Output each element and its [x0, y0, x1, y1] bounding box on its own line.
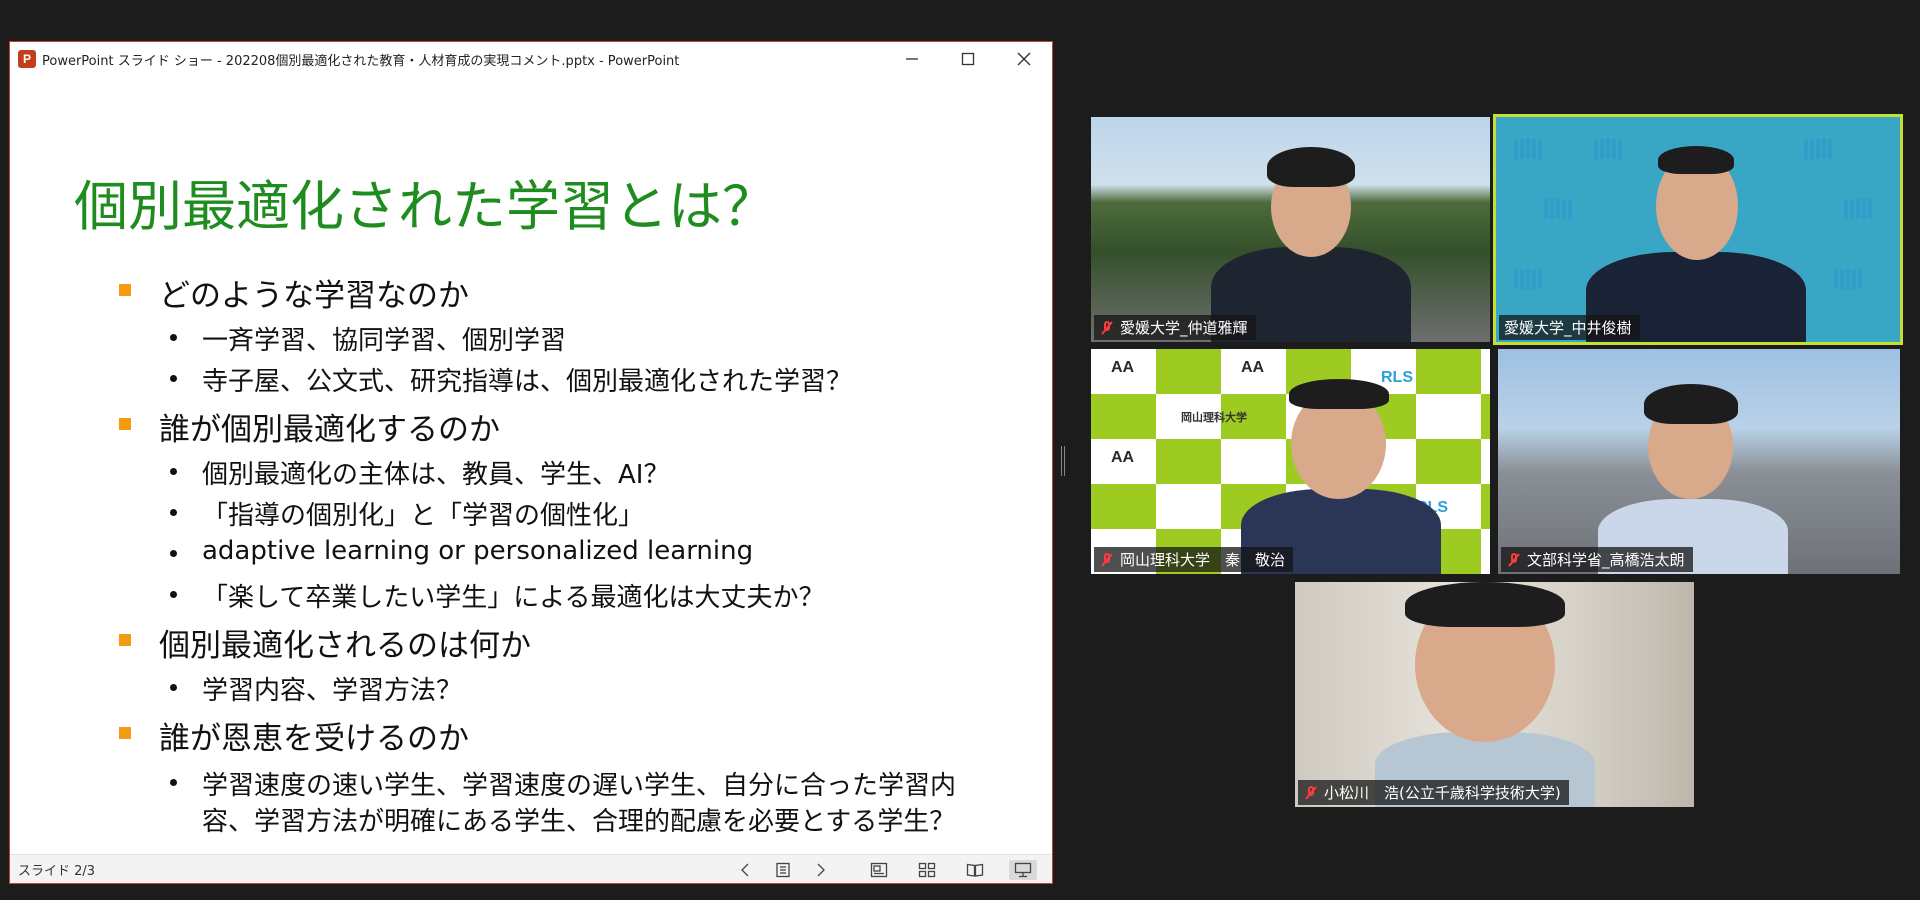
slide-counter: スライド 2/3: [18, 863, 96, 879]
bullet-square-icon: [119, 634, 131, 646]
normal-view-button[interactable]: [865, 860, 893, 880]
minimize-button[interactable]: [884, 42, 940, 76]
video-tile[interactable]: 小松川 浩(公立千歳科学技術大学): [1295, 582, 1694, 807]
bullet-square-icon: [119, 418, 131, 430]
bullet-text: 「楽して卒業したい学生」による最適化は大丈夫か？: [202, 583, 825, 613]
backdrop-logo-text: AA: [1111, 449, 1135, 466]
backdrop-logo-text: 岡山理科大学: [1181, 412, 1247, 424]
mic-off-icon: [1099, 320, 1115, 336]
video-tile[interactable]: 文部科学省_高橋浩太朗: [1498, 349, 1900, 574]
sub-bullet-continuation: 容、学習方法が明確にある学生、合理的配慮を必要とする学生？: [202, 801, 955, 838]
bullet-square-icon: [119, 284, 131, 296]
bullet-text: どのような学習なのか: [159, 278, 469, 314]
slideshow-view-button[interactable]: [1009, 860, 1037, 880]
bullet-text: 学習内容、学習方法？: [202, 676, 463, 706]
previous-slide-button[interactable]: [731, 860, 759, 880]
bullet-text: 個別最適化の主体は、教員、学生、AI？: [202, 460, 670, 490]
bullet-text: 寺子屋、公文式、研究指導は、個別最適化された学習？: [202, 367, 853, 397]
participant-name-label: 愛媛大学_仲道雅輝: [1094, 315, 1256, 340]
participant-video: [1241, 369, 1441, 574]
bullet-item: 個別最適化されるのは何か: [119, 620, 531, 665]
sub-bullet-item: 個別最適化の主体は、教員、学生、AI？: [170, 454, 670, 491]
backdrop-logo-text: AA: [1241, 359, 1265, 376]
bullet-item: どのような学習なのか: [119, 270, 469, 315]
bullet-dot-icon: [170, 509, 177, 516]
maximize-icon: [961, 52, 975, 66]
next-slide-button[interactable]: [807, 860, 835, 880]
mic-off-icon: [1506, 552, 1522, 568]
normal-view-icon: [870, 862, 888, 878]
participant-name: 岡山理科大学 秦 敬治: [1120, 551, 1286, 569]
previous-slide-icon: [741, 863, 749, 877]
close-icon: [1017, 52, 1031, 66]
next-slide-icon: [817, 863, 825, 877]
panel-splitter-handle[interactable]: [1061, 446, 1065, 476]
reading-view-button[interactable]: [961, 860, 989, 880]
title-bar[interactable]: P PowerPoint スライド ショー - 202208個別最適化された教育…: [10, 42, 1052, 76]
close-button[interactable]: [996, 42, 1052, 76]
participant-name: 小松川 浩(公立千歳科学技術大学): [1324, 784, 1561, 802]
participant-video: [1598, 379, 1788, 574]
bullet-text: 「指導の個別化」と「学習の個性化」: [202, 501, 645, 531]
bullet-dot-icon: [170, 334, 177, 341]
maximize-button[interactable]: [940, 42, 996, 76]
participant-name: 文部科学省_高橋浩太朗: [1527, 551, 1685, 569]
minimize-icon: [906, 58, 918, 60]
bullet-item: 誰が恩恵を受けるのか: [119, 713, 469, 758]
sub-bullet-item: 「指導の個別化」と「学習の個性化」: [170, 495, 645, 532]
bullet-text: 容、学習方法が明確にある学生、合理的配慮を必要とする学生？: [202, 807, 956, 837]
sub-bullet-item: 一斉学習、協同学習、個別学習: [170, 320, 567, 357]
bullet-dot-icon: [170, 550, 177, 557]
bullet-square-icon: [119, 727, 131, 739]
bullet-text: 学習速度の速い学生、学習速度の遅い学生、自分に合った学習内: [202, 771, 957, 801]
bullet-item: 誰が個別最適化するのか: [119, 404, 500, 449]
participant-name-label: 文部科学省_高橋浩太朗: [1501, 547, 1693, 572]
video-tile[interactable]: AA AA AA RLS RLS 岡山理科大学 岡山理科大学 秦 敬治: [1091, 349, 1490, 574]
window-title: PowerPoint スライド ショー - 202208個別最適化された教育・人…: [42, 53, 680, 69]
slide-canvas[interactable]: 個別最適化された学習とは？ どのような学習なのか 一斉学習、協同学習、個別学習 …: [10, 76, 1052, 856]
sub-bullet-item: adaptive learning or personalized learni…: [170, 536, 754, 566]
bullet-dot-icon: [170, 375, 177, 382]
video-tile-active-speaker[interactable]: 愛媛大学_中井俊樹: [1493, 114, 1903, 345]
bullet-text: 個別最適化されるのは何か: [159, 628, 531, 664]
bullet-text: 一斉学習、協同学習、個別学習: [202, 326, 567, 356]
bullet-text: 誰が恩恵を受けるのか: [159, 721, 469, 757]
video-tile[interactable]: 愛媛大学_仲道雅輝: [1091, 117, 1490, 342]
participant-video: [1586, 142, 1806, 342]
participant-video: [1211, 137, 1411, 342]
sub-bullet-item: 学習速度の速い学生、学習速度の遅い学生、自分に合った学習内: [170, 765, 957, 802]
powerpoint-window: P PowerPoint スライド ショー - 202208個別最適化された教育…: [9, 41, 1053, 884]
bullet-dot-icon: [170, 779, 177, 786]
slide-sorter-button[interactable]: [913, 860, 941, 880]
sub-bullet-item: 学習内容、学習方法？: [170, 670, 463, 707]
slide-menu-icon: [776, 862, 790, 878]
bullet-dot-icon: [170, 591, 177, 598]
reading-view-icon: [966, 863, 984, 877]
bullet-text: adaptive learning or personalized learni…: [202, 536, 754, 566]
participant-name-label: 愛媛大学_中井俊樹: [1499, 315, 1640, 340]
sub-bullet-item: 寺子屋、公文式、研究指導は、個別最適化された学習？: [170, 361, 853, 398]
powerpoint-app-icon: P: [18, 50, 36, 68]
participant-name: 愛媛大学_中井俊樹: [1504, 319, 1632, 337]
participant-name: 愛媛大学_仲道雅輝: [1120, 319, 1248, 337]
mic-off-icon: [1303, 785, 1319, 801]
bullet-text: 誰が個別最適化するのか: [159, 412, 500, 448]
participant-name-label: 岡山理科大学 秦 敬治: [1094, 547, 1294, 572]
sub-bullet-item: 「楽して卒業したい学生」による最適化は大丈夫か？: [170, 577, 825, 614]
backdrop-logo-text: AA: [1111, 359, 1135, 376]
window-controls: [884, 42, 1052, 76]
participant-name-label: 小松川 浩(公立千歳科学技術大学): [1298, 780, 1569, 805]
bullet-dot-icon: [170, 684, 177, 691]
bullet-dot-icon: [170, 468, 177, 475]
slide-title: 個別最適化された学習とは？: [74, 175, 776, 238]
slide-sorter-icon: [918, 862, 936, 878]
participant-video: [1375, 582, 1595, 807]
slideshow-view-icon: [1014, 862, 1032, 878]
slideshow-status-bar: スライド 2/3: [10, 854, 1052, 883]
slide-menu-button[interactable]: [769, 860, 797, 880]
mic-off-icon: [1099, 552, 1115, 568]
